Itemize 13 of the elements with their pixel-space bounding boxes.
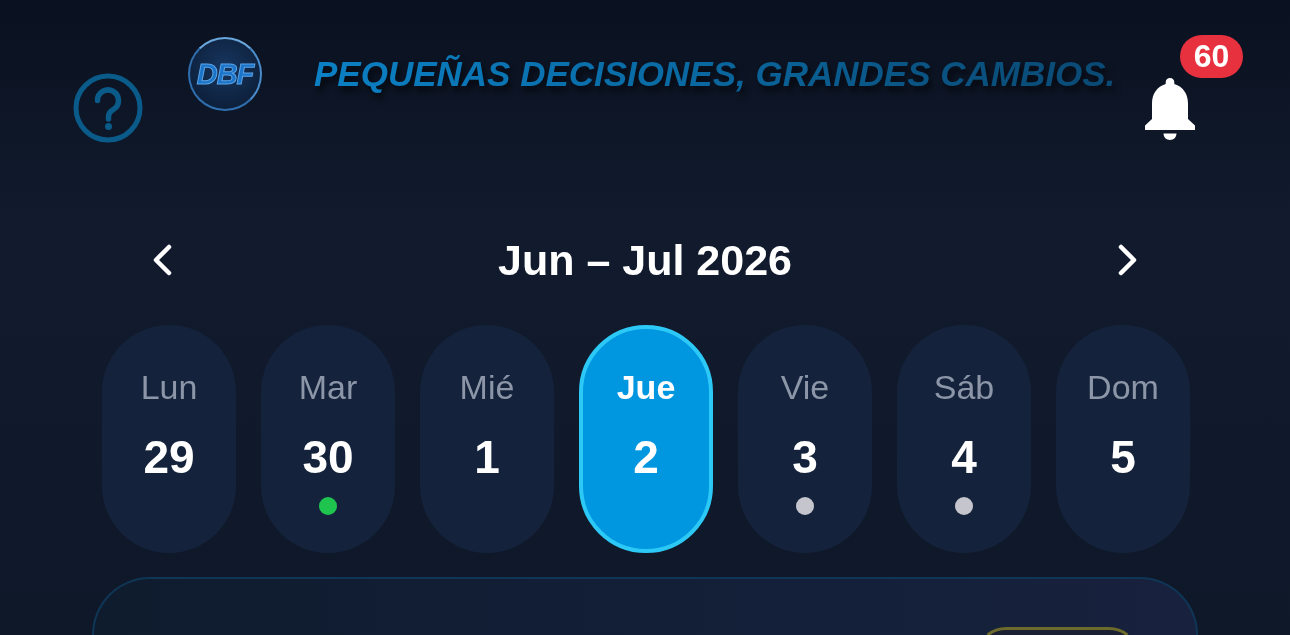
logo: DBF xyxy=(188,37,262,111)
day-button[interactable]: Mié 1 xyxy=(420,325,554,553)
day-button[interactable]: Lun 29 xyxy=(102,325,236,553)
chevron-right-icon[interactable] xyxy=(1118,244,1138,276)
chevron-left-icon[interactable] xyxy=(152,244,172,276)
notification-count-badge: 60 xyxy=(1180,35,1243,78)
day-button[interactable]: Mar 30 xyxy=(261,325,395,553)
day-button[interactable]: Vie 3 xyxy=(738,325,872,553)
help-icon[interactable] xyxy=(73,73,143,143)
day-button[interactable]: Dom 5 xyxy=(1056,325,1190,553)
bell-icon[interactable] xyxy=(1145,78,1195,140)
day-button[interactable]: Sáb 4 xyxy=(897,325,1031,553)
date-range-title: Jun – Jul 2026 xyxy=(498,236,792,284)
